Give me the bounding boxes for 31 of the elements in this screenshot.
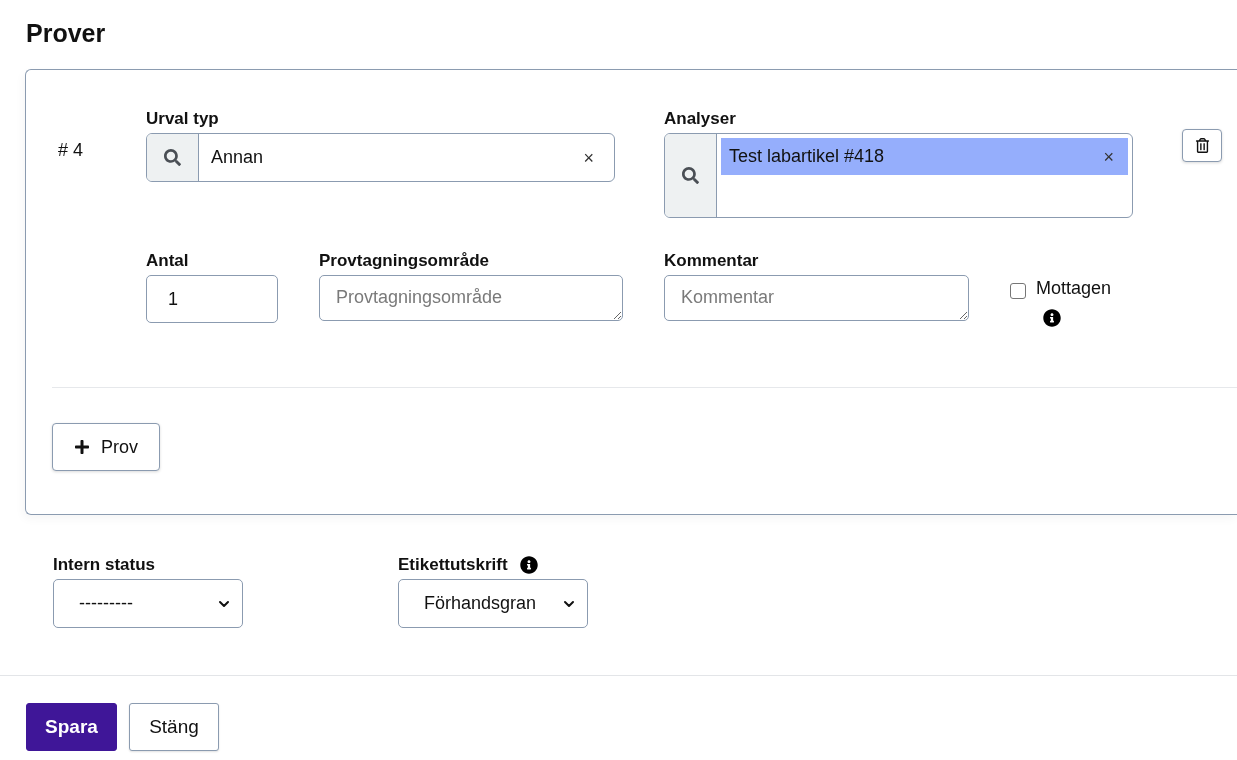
sample-number: # 4 [58,140,84,160]
page-title: Prover [26,18,106,49]
remove-button[interactable]: × [1103,146,1114,167]
close-button[interactable]: Stäng [129,703,219,751]
field-label: Provtagningsområde [319,250,490,272]
quantity-field[interactable]: 1 [146,275,278,323]
tag-label: Test labartikel #418 [729,145,886,168]
search-icon [164,149,181,166]
checkbox[interactable] [1010,283,1026,299]
field-label: Intern status [53,554,156,576]
info-icon [519,556,538,574]
comment-field[interactable]: Kommentar [664,275,969,321]
field-label: Kommentar [664,250,759,272]
field-label: Antal [146,250,189,272]
field-label: Etikettutskrift [398,554,508,576]
dropdown-select[interactable]: Förhandsgran [398,579,588,628]
clear-button[interactable]: × [583,147,594,168]
sampling-area-field[interactable]: Provtagningsområde [319,275,623,321]
field-label: Analyser [664,108,736,130]
search-select-field[interactable]: Annan × [146,133,615,182]
plus-icon [74,439,90,455]
save-button[interactable]: Spara [26,703,117,751]
search-icon [682,167,699,184]
delete-button[interactable] [1182,129,1222,162]
info-icon [1043,309,1061,327]
trash-icon [1194,138,1210,153]
multi-select-field[interactable]: Test labartikel #418 × [664,133,1133,218]
dropdown-select[interactable]: --------- [53,579,243,628]
add-sample-button[interactable]: Prov [52,423,160,471]
checkbox-label: Mottagen [1036,278,1112,298]
field-label: Urval typ [146,108,219,130]
